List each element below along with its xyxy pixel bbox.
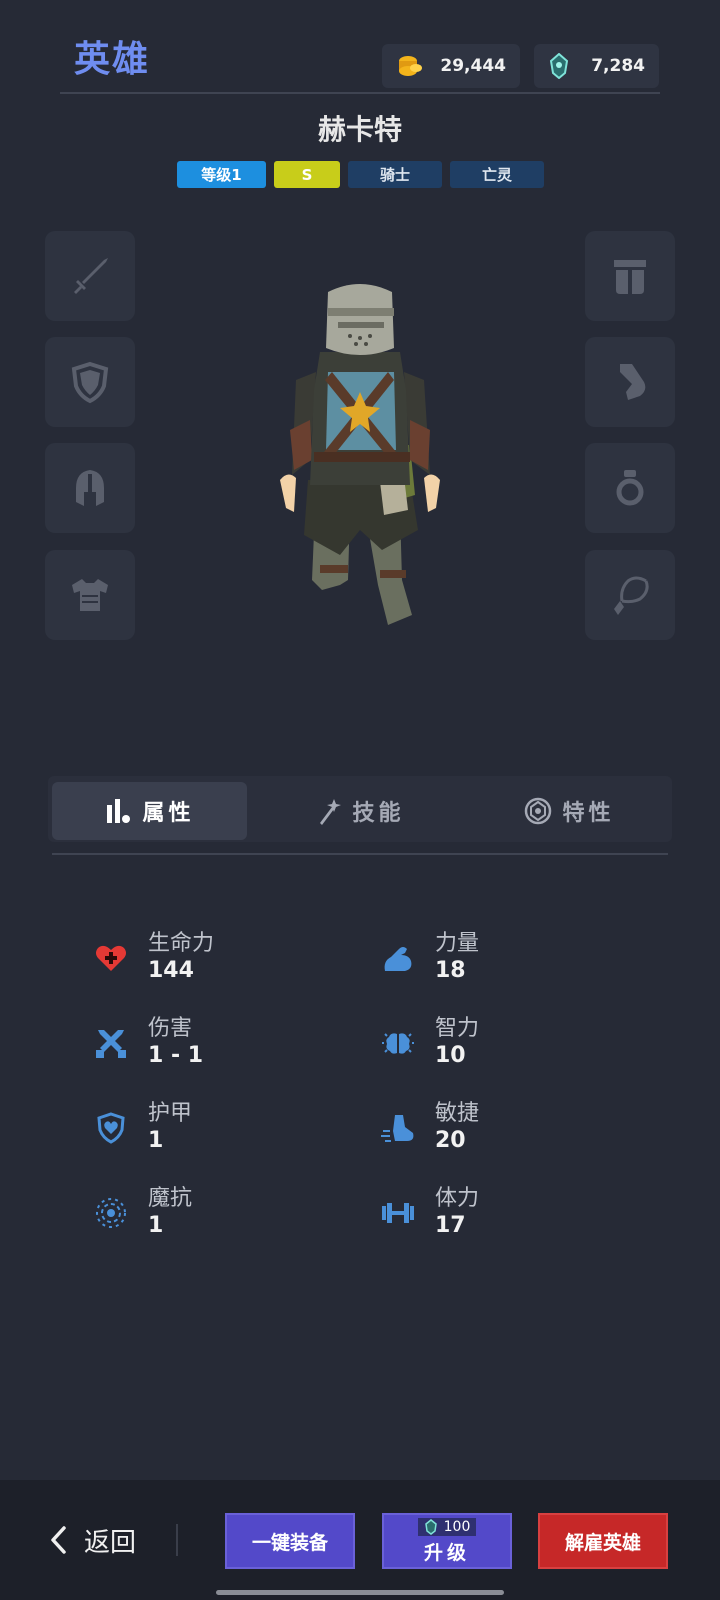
shield-heart-icon bbox=[97, 1112, 125, 1144]
stat-hp-value: 144 bbox=[148, 958, 194, 983]
tab-traits[interactable]: 特性 bbox=[472, 782, 667, 840]
chest-armor-icon bbox=[72, 579, 108, 611]
magic-wand-icon bbox=[320, 799, 342, 825]
dismiss-hero-label: 解雇英雄 bbox=[564, 1531, 641, 1554]
stat-intellect-label: 智力 bbox=[435, 1016, 480, 1041]
gold-amount: 29,444 bbox=[440, 56, 506, 76]
armor-slot[interactable] bbox=[45, 550, 135, 640]
gold-counter[interactable]: 29,444 bbox=[382, 44, 520, 88]
amulet-slot[interactable] bbox=[585, 550, 675, 640]
stat-strength-value: 18 bbox=[435, 958, 466, 983]
stat-magic-resist-value: 1 bbox=[148, 1213, 164, 1238]
brain-icon bbox=[382, 1033, 414, 1054]
trait-emblem-icon bbox=[525, 797, 552, 825]
stat-agility-label: 敏捷 bbox=[435, 1101, 480, 1126]
gem-amount: 7,284 bbox=[591, 56, 645, 76]
gem-counter[interactable]: 7,284 bbox=[534, 44, 659, 88]
upgrade-cost: 100 bbox=[417, 1517, 477, 1536]
rank-badge: S bbox=[274, 161, 340, 188]
bar-chart-icon bbox=[107, 799, 131, 823]
stat-stamina-label: 体力 bbox=[435, 1186, 480, 1211]
soul-gem-icon bbox=[424, 1518, 437, 1535]
soul-gem-icon bbox=[549, 53, 569, 79]
ring-icon bbox=[616, 470, 644, 506]
home-indicator[interactable] bbox=[216, 1590, 504, 1595]
stat-agility-value: 20 bbox=[435, 1128, 466, 1153]
hero-name: 赫卡特 bbox=[317, 113, 402, 146]
upgrade-cost-value: 100 bbox=[443, 1518, 471, 1535]
bottom-separator bbox=[176, 1524, 178, 1556]
stat-stamina: 体力 17 bbox=[381, 1180, 601, 1250]
gold-coin-icon bbox=[399, 56, 422, 76]
race-badge: 亡灵 bbox=[450, 161, 544, 188]
tab-skills-label: 技能 bbox=[352, 801, 405, 826]
stat-armor: 护甲 1 bbox=[94, 1095, 314, 1165]
helmet-icon bbox=[76, 470, 104, 506]
back-button[interactable]: 返回 bbox=[48, 1518, 136, 1562]
upgrade-button[interactable]: 100 升级 bbox=[382, 1513, 512, 1569]
boots-slot[interactable] bbox=[585, 337, 675, 427]
stat-armor-value: 1 bbox=[148, 1128, 164, 1153]
helmet-slot[interactable] bbox=[45, 443, 135, 533]
pants-icon bbox=[614, 260, 646, 294]
shield-icon bbox=[71, 361, 109, 404]
stat-damage-label: 伤害 bbox=[148, 1016, 193, 1041]
dismiss-hero-button[interactable]: 解雇英雄 bbox=[538, 1513, 668, 1569]
dumbbell-icon bbox=[382, 1203, 414, 1223]
running-boot-icon bbox=[381, 1115, 414, 1142]
stat-hp: 生命力 144 bbox=[94, 925, 314, 995]
heart-icon bbox=[96, 945, 126, 971]
stat-stamina-value: 17 bbox=[435, 1213, 466, 1238]
amulet-icon bbox=[614, 576, 649, 615]
equip-all-button[interactable]: 一键装备 bbox=[225, 1513, 355, 1569]
stat-damage: 伤害 1 - 1 bbox=[94, 1010, 314, 1080]
pants-slot[interactable] bbox=[585, 231, 675, 321]
stat-intellect-value: 10 bbox=[435, 1043, 466, 1068]
tab-traits-label: 特性 bbox=[562, 801, 615, 826]
tab-attributes-label: 属性 bbox=[142, 801, 195, 826]
tab-skills[interactable]: 技能 bbox=[262, 782, 457, 840]
class-badge: 骑士 bbox=[348, 161, 442, 188]
header-divider bbox=[60, 92, 660, 94]
stat-magic-resist-label: 魔抗 bbox=[148, 1186, 193, 1211]
stat-agility: 敏捷 20 bbox=[381, 1095, 601, 1165]
chevron-left-icon bbox=[51, 1526, 66, 1554]
weapon-slot[interactable] bbox=[45, 231, 135, 321]
stat-damage-value: 1 - 1 bbox=[148, 1043, 204, 1068]
tab-divider bbox=[52, 853, 668, 855]
stat-strength: 力量 18 bbox=[381, 925, 601, 995]
boot-icon bbox=[620, 364, 646, 400]
sword-icon bbox=[74, 258, 108, 294]
stat-armor-label: 护甲 bbox=[148, 1101, 193, 1126]
tab-attributes[interactable]: 属性 bbox=[52, 782, 247, 840]
flexed-arm-icon bbox=[384, 947, 412, 971]
magic-swirl-icon bbox=[96, 1198, 126, 1228]
ring-slot[interactable] bbox=[585, 443, 675, 533]
equip-all-label: 一键装备 bbox=[251, 1531, 328, 1554]
stat-intellect: 智力 10 bbox=[381, 1010, 601, 1080]
back-label: 返回 bbox=[84, 1527, 137, 1558]
stat-hp-label: 生命力 bbox=[148, 931, 215, 956]
hero-character-model[interactable] bbox=[270, 280, 450, 640]
crossed-swords-icon bbox=[96, 1030, 126, 1058]
stat-strength-label: 力量 bbox=[435, 931, 480, 956]
level-badge: 等级1 bbox=[177, 161, 266, 188]
stat-magic-resist: 魔抗 1 bbox=[94, 1180, 314, 1250]
upgrade-label: 升级 bbox=[423, 1541, 470, 1564]
shield-slot[interactable] bbox=[45, 337, 135, 427]
page-title: 英雄 bbox=[74, 39, 151, 80]
